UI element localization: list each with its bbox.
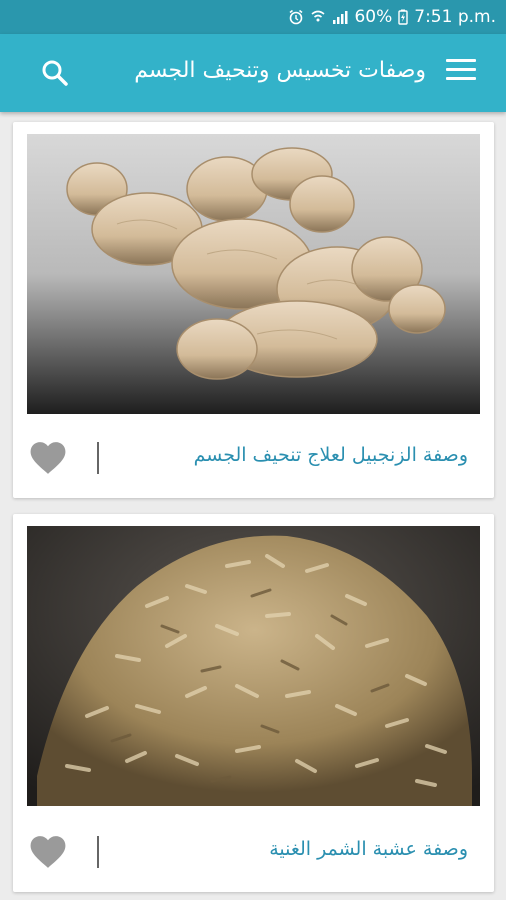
ginger-root-image [27, 134, 480, 414]
divider [97, 836, 99, 868]
card-footer: وصفة عشبة الشمر الغنية [13, 808, 494, 892]
signal-icon [333, 11, 348, 24]
status-indicators: 60% 7:51 p.m. [288, 6, 496, 28]
heart-icon[interactable] [29, 440, 67, 476]
app-bar: وصفات تخسيس وتنحيف الجسم [0, 34, 506, 112]
clock: 7:51 p.m. [414, 7, 496, 27]
alarm-icon [289, 9, 303, 25]
fennel-seeds-image [27, 526, 480, 806]
wifi-calling-icon [311, 10, 325, 22]
recipe-card[interactable]: وصفة الزنجبيل لعلاج تنحيف الجسم [13, 122, 494, 498]
status-bar: 60% 7:51 p.m. [0, 0, 506, 34]
divider [97, 442, 99, 474]
app-title: وصفات تخسيس وتنحيف الجسم [134, 58, 426, 83]
search-icon[interactable] [40, 58, 70, 88]
recipe-card[interactable]: وصفة عشبة الشمر الغنية [13, 514, 494, 892]
hamburger-menu-icon[interactable] [446, 59, 476, 87]
battery-charging-icon [398, 9, 408, 25]
heart-icon[interactable] [29, 834, 67, 870]
battery-percent: 60% [354, 7, 393, 27]
recipe-title[interactable]: وصفة عشبة الشمر الغنية [269, 838, 468, 860]
card-footer: وصفة الزنجبيل لعلاج تنحيف الجسم [13, 414, 494, 498]
recipe-title[interactable]: وصفة الزنجبيل لعلاج تنحيف الجسم [194, 444, 468, 466]
